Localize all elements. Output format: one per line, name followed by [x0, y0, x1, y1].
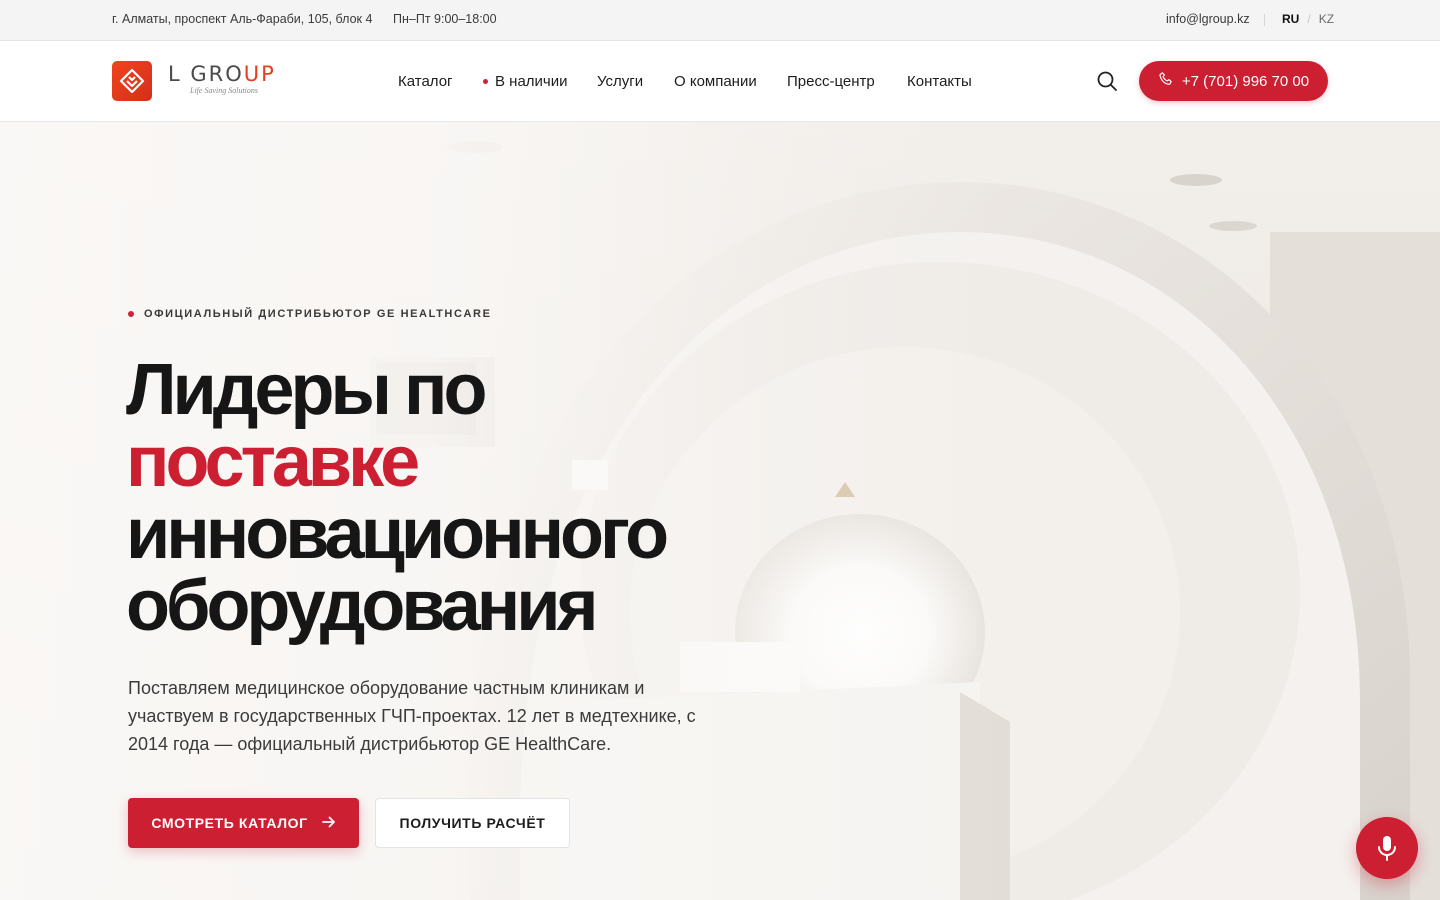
- nav-item-catalog[interactable]: Каталог: [398, 73, 453, 90]
- phone-icon: [1158, 71, 1174, 91]
- nav-item-services[interactable]: Услуги: [597, 73, 643, 90]
- logo-text-main: L GRO: [168, 62, 244, 86]
- eyebrow-text: ОФИЦИАЛЬНЫЙ ДИСТРИБЬЮТОР GE HEALTHCARE: [144, 308, 492, 320]
- lang-separator: /: [1307, 12, 1311, 26]
- view-catalog-button[interactable]: СМОТРЕТЬ КАТАЛОГ: [128, 798, 359, 848]
- get-quote-label: ПОЛУЧИТЬ РАСЧЁТ: [399, 815, 546, 831]
- divider: [1264, 14, 1265, 26]
- phone-number: +7 (701) 996 70 00: [1181, 72, 1310, 90]
- lang-ru-button[interactable]: RU: [1282, 12, 1299, 26]
- headline-line-3: инновационного: [126, 494, 669, 574]
- language-switcher: RU / KZ: [1282, 12, 1334, 26]
- phone-call-button[interactable]: +7 (701) 996 70 00: [1139, 61, 1328, 101]
- hero-headline: Лидеры по поставке инновационного оборуд…: [126, 350, 669, 646]
- microphone-icon[interactable]: [1356, 817, 1418, 879]
- eyebrow-bullet: [128, 311, 134, 317]
- headline-line-1: Лидеры по: [126, 350, 487, 430]
- nav-item-in-stock[interactable]: В наличии: [495, 73, 568, 90]
- logo-tagline: Life Saving Solutions: [190, 86, 258, 95]
- logo-text-accent: UP: [243, 62, 276, 86]
- lang-kz-button[interactable]: KZ: [1319, 12, 1334, 26]
- logo-wordmark[interactable]: L GROUP: [168, 62, 276, 86]
- headline-line-4: оборудования: [126, 566, 599, 646]
- get-quote-button[interactable]: ПОЛУЧИТЬ РАСЧЁТ: [375, 798, 570, 848]
- address-text: г. Алматы, проспект Аль-Фараби, 105, бло…: [112, 12, 373, 26]
- hero-section: ОФИЦИАЛЬНЫЙ ДИСТРИБЬЮТОР GE HEALTHCARE Л…: [0, 122, 1440, 900]
- headline-accent: поставке: [126, 422, 420, 502]
- hero-lead-text: Поставляем медицинское оборудование част…: [128, 678, 696, 754]
- view-catalog-label: СМОТРЕТЬ КАТАЛОГ: [151, 815, 308, 831]
- main-header: L GROUP Life Saving Solutions Каталог В …: [0, 41, 1440, 122]
- search-icon[interactable]: [1096, 70, 1118, 92]
- arrow-right-icon: [321, 815, 336, 831]
- in-stock-indicator-dot: [483, 79, 488, 84]
- email-link[interactable]: info@lgroup.kz: [1166, 12, 1250, 26]
- nav-item-contacts[interactable]: Контакты: [907, 73, 972, 90]
- nav-item-about[interactable]: О компании: [674, 73, 757, 90]
- nav-item-press-center[interactable]: Пресс-центр: [787, 73, 875, 90]
- top-info-bar: г. Алматы, проспект Аль-Фараби, 105, бло…: [0, 0, 1440, 41]
- diamond-logo-icon[interactable]: [112, 61, 152, 101]
- working-hours-text: Пн–Пт 9:00–18:00: [393, 12, 497, 26]
- hero-eyebrow: ОФИЦИАЛЬНЫЙ ДИСТРИБЬЮТОР GE HEALTHCARE: [128, 308, 492, 320]
